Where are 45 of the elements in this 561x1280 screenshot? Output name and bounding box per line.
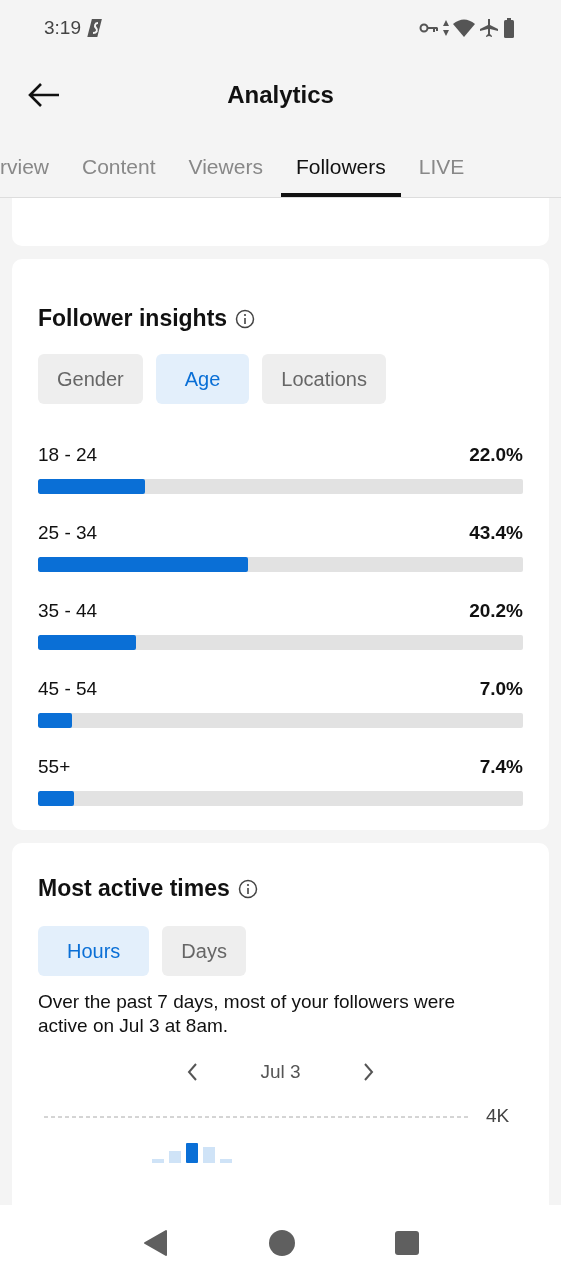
- age-range-label: 35 - 44: [38, 600, 98, 622]
- age-range-label: 45 - 54: [38, 678, 98, 700]
- filter-chip[interactable]: Hours: [38, 926, 150, 976]
- filter-chip[interactable]: Days: [162, 926, 246, 976]
- wifi-icon: [453, 19, 475, 37]
- section-title: Follower insights: [38, 305, 228, 332]
- key-icon: [419, 22, 439, 34]
- recents-nav-icon[interactable]: [394, 1230, 419, 1255]
- percentage-value: 7.0%: [479, 678, 523, 700]
- percentage-value: 20.2%: [469, 600, 523, 622]
- back-nav-icon[interactable]: [142, 1228, 169, 1257]
- chevron-left-icon[interactable]: [186, 1062, 199, 1082]
- chart-bar: [169, 1151, 181, 1163]
- status-time: 3:19: [44, 17, 81, 39]
- tab[interactable]: Viewers: [188, 134, 263, 197]
- percentage-value: 7.4%: [479, 756, 523, 778]
- filter-chip[interactable]: Locations: [262, 354, 386, 404]
- section-title: Most active times: [38, 875, 230, 902]
- chart-bar: [203, 1147, 215, 1163]
- battery-icon: [503, 18, 515, 38]
- tab[interactable]: LIVE: [418, 134, 465, 197]
- filter-chip[interactable]: Gender: [38, 354, 143, 404]
- chart-bar: [220, 1159, 232, 1163]
- age-range-label: 55+: [38, 756, 71, 778]
- percentage-value: 43.4%: [469, 522, 523, 544]
- page-title: Analytics: [227, 81, 334, 109]
- percentage-value: 22.0%: [469, 444, 523, 466]
- data-arrows-icon: [443, 20, 449, 36]
- chart-bar: [186, 1143, 198, 1163]
- chevron-right-icon[interactable]: [362, 1062, 375, 1082]
- summary-text: Over the past 7 days, most of your followers were active on Jul 3 at 8am.: [38, 990, 457, 1038]
- home-nav-icon[interactable]: [268, 1229, 295, 1256]
- back-arrow-icon[interactable]: [27, 82, 61, 108]
- tab[interactable]: rview: [0, 134, 49, 197]
- age-range-label: 25 - 34: [38, 522, 98, 544]
- app-notification-icon: [87, 18, 105, 38]
- info-icon[interactable]: [237, 878, 258, 899]
- tab[interactable]: Content: [82, 134, 156, 197]
- age-range-label: 18 - 24: [38, 444, 98, 466]
- chart-bar: [152, 1159, 164, 1163]
- airplane-icon: [479, 18, 499, 38]
- date-label: Jul 3: [260, 1061, 301, 1083]
- axis-label: 4K: [486, 1105, 510, 1127]
- info-icon[interactable]: [235, 308, 256, 329]
- filter-chip[interactable]: Age: [155, 354, 250, 404]
